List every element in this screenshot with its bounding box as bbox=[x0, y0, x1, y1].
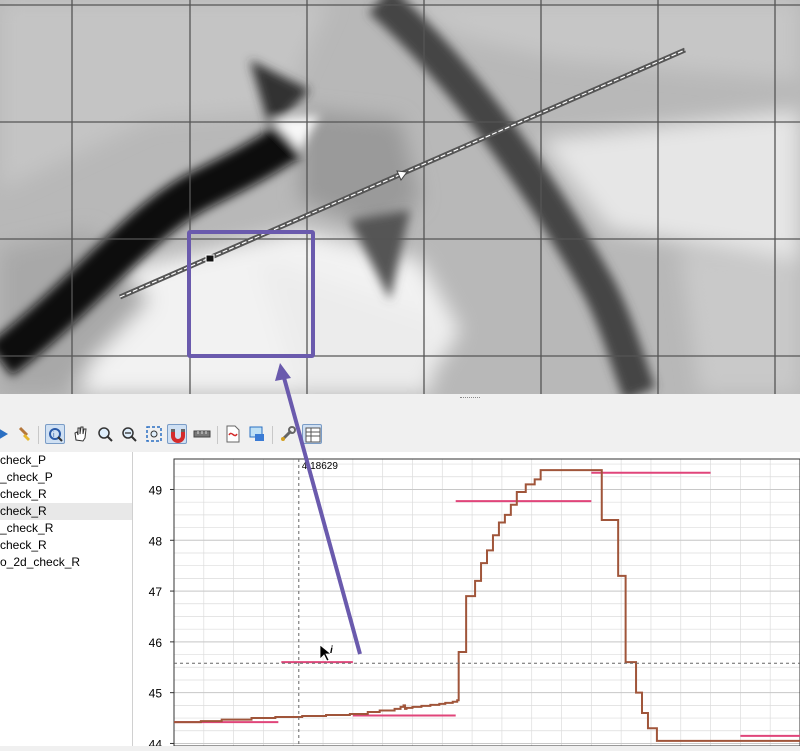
ruler-icon[interactable] bbox=[192, 424, 212, 444]
identify-icon[interactable]: i bbox=[45, 424, 65, 444]
y-tick-label: 45 bbox=[149, 687, 163, 701]
map-raster bbox=[0, 0, 800, 394]
y-tick-label: 48 bbox=[149, 534, 163, 548]
arrow-right-icon[interactable] bbox=[0, 424, 12, 444]
profile-plot-panel[interactable]: 49 48 47 46 45 44 4.18629 i bbox=[133, 452, 800, 751]
y-tick-label: 44 bbox=[149, 737, 163, 746]
profile-toolbar: i bbox=[0, 420, 800, 450]
layer-item[interactable]: check_R bbox=[0, 537, 132, 554]
zoom-full-icon[interactable] bbox=[144, 424, 164, 444]
brush-icon[interactable] bbox=[14, 424, 34, 444]
zoom-in-icon[interactable] bbox=[95, 424, 115, 444]
magnet-icon[interactable] bbox=[167, 424, 187, 444]
export-pdf-icon[interactable] bbox=[223, 424, 243, 444]
pan-hand-icon[interactable] bbox=[70, 424, 90, 444]
layer-item[interactable]: check_P bbox=[0, 452, 132, 469]
export-image-icon[interactable] bbox=[247, 424, 267, 444]
svg-text:i: i bbox=[53, 432, 55, 439]
layer-item[interactable]: o_2d_check_R bbox=[0, 554, 132, 571]
identify-cursor-icon: i bbox=[319, 644, 333, 662]
svg-text:i: i bbox=[330, 645, 333, 656]
profile-chart[interactable]: 49 48 47 46 45 44 4.18629 i bbox=[133, 452, 800, 751]
y-tick-label: 47 bbox=[149, 585, 163, 599]
crosshair-x-readout: 4.18629 bbox=[302, 461, 339, 472]
zoom-box-annotation bbox=[187, 230, 315, 358]
map-canvas[interactable] bbox=[0, 0, 800, 394]
profile-series-line bbox=[174, 469, 800, 742]
zoom-out-icon[interactable] bbox=[119, 424, 139, 444]
layer-list: check_P _check_P check_R check_R _check_… bbox=[0, 452, 133, 746]
y-tick-label: 46 bbox=[149, 636, 163, 650]
layer-item[interactable]: _check_P bbox=[0, 469, 132, 486]
settings-wrench-icon[interactable] bbox=[278, 424, 298, 444]
layer-item-selected[interactable]: check_R bbox=[0, 503, 132, 520]
panel-splitter[interactable] bbox=[0, 394, 800, 402]
layer-item[interactable]: _check_R bbox=[0, 520, 132, 537]
layer-item[interactable]: check_R bbox=[0, 486, 132, 503]
y-tick-label: 49 bbox=[149, 483, 163, 497]
table-icon[interactable] bbox=[302, 424, 322, 444]
